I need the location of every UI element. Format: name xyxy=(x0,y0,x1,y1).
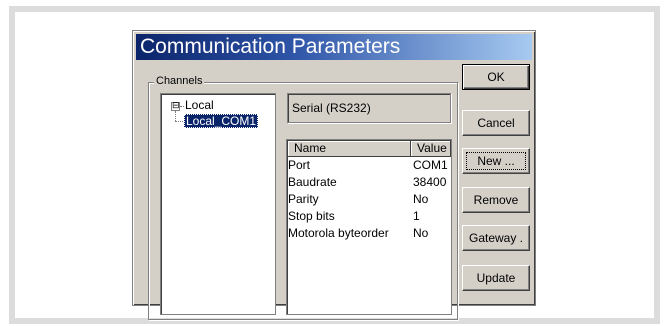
dialog-title: Communication Parameters xyxy=(140,35,401,58)
parameter-name: Motorola byteorder xyxy=(288,226,389,240)
parameter-name: Baudrate xyxy=(288,175,337,189)
tree-item-local-com1[interactable]: Local_COM1 xyxy=(184,114,259,128)
gateway-button[interactable]: Gateway . xyxy=(462,225,530,251)
parameter-row[interactable]: Baudrate 38400 xyxy=(287,174,451,190)
parameter-value[interactable]: No xyxy=(413,225,428,241)
title-bar[interactable]: Communication Parameters xyxy=(136,34,532,60)
column-header-value[interactable]: Value xyxy=(411,141,451,157)
parameter-name: Parity xyxy=(288,192,319,206)
channels-tree[interactable]: ⊟ Local Local_COM1 xyxy=(160,93,276,315)
parameter-row[interactable]: Parity No xyxy=(287,191,451,207)
tree-connector xyxy=(180,106,184,107)
communication-parameters-dialog: Communication Parameters Channels ⊟ Loca… xyxy=(132,30,536,320)
tree-item-local[interactable]: Local xyxy=(185,98,214,113)
cancel-button[interactable]: Cancel xyxy=(462,110,530,136)
parameter-value[interactable]: No xyxy=(413,191,428,207)
parameter-row[interactable]: Motorola byteorder No xyxy=(287,225,451,241)
collapse-icon[interactable]: ⊟ xyxy=(171,102,180,111)
parameter-value[interactable]: 38400 xyxy=(413,174,446,190)
parameter-row[interactable]: Stop bits 1 xyxy=(287,208,451,224)
channels-group-label: Channels xyxy=(154,74,205,88)
remove-button[interactable]: Remove xyxy=(462,187,530,213)
channel-type-display: Serial (RS232) xyxy=(287,93,451,123)
parameter-name: Port xyxy=(288,158,311,172)
parameter-row[interactable]: Port COM1 xyxy=(287,157,451,173)
tree-connector xyxy=(175,121,183,122)
new-button[interactable]: New ... xyxy=(462,148,530,174)
column-header-name[interactable]: Name xyxy=(288,141,411,157)
tree-connector xyxy=(175,111,176,121)
parameter-value[interactable]: 1 xyxy=(413,208,420,224)
parameter-list[interactable]: Name Value Port COM1 Baudrate 38400 Pari… xyxy=(286,139,452,315)
parameter-name: Stop bits xyxy=(288,209,335,223)
update-button[interactable]: Update xyxy=(462,265,530,291)
ok-button[interactable]: OK xyxy=(462,64,530,90)
parameter-value[interactable]: COM1 xyxy=(413,157,448,173)
